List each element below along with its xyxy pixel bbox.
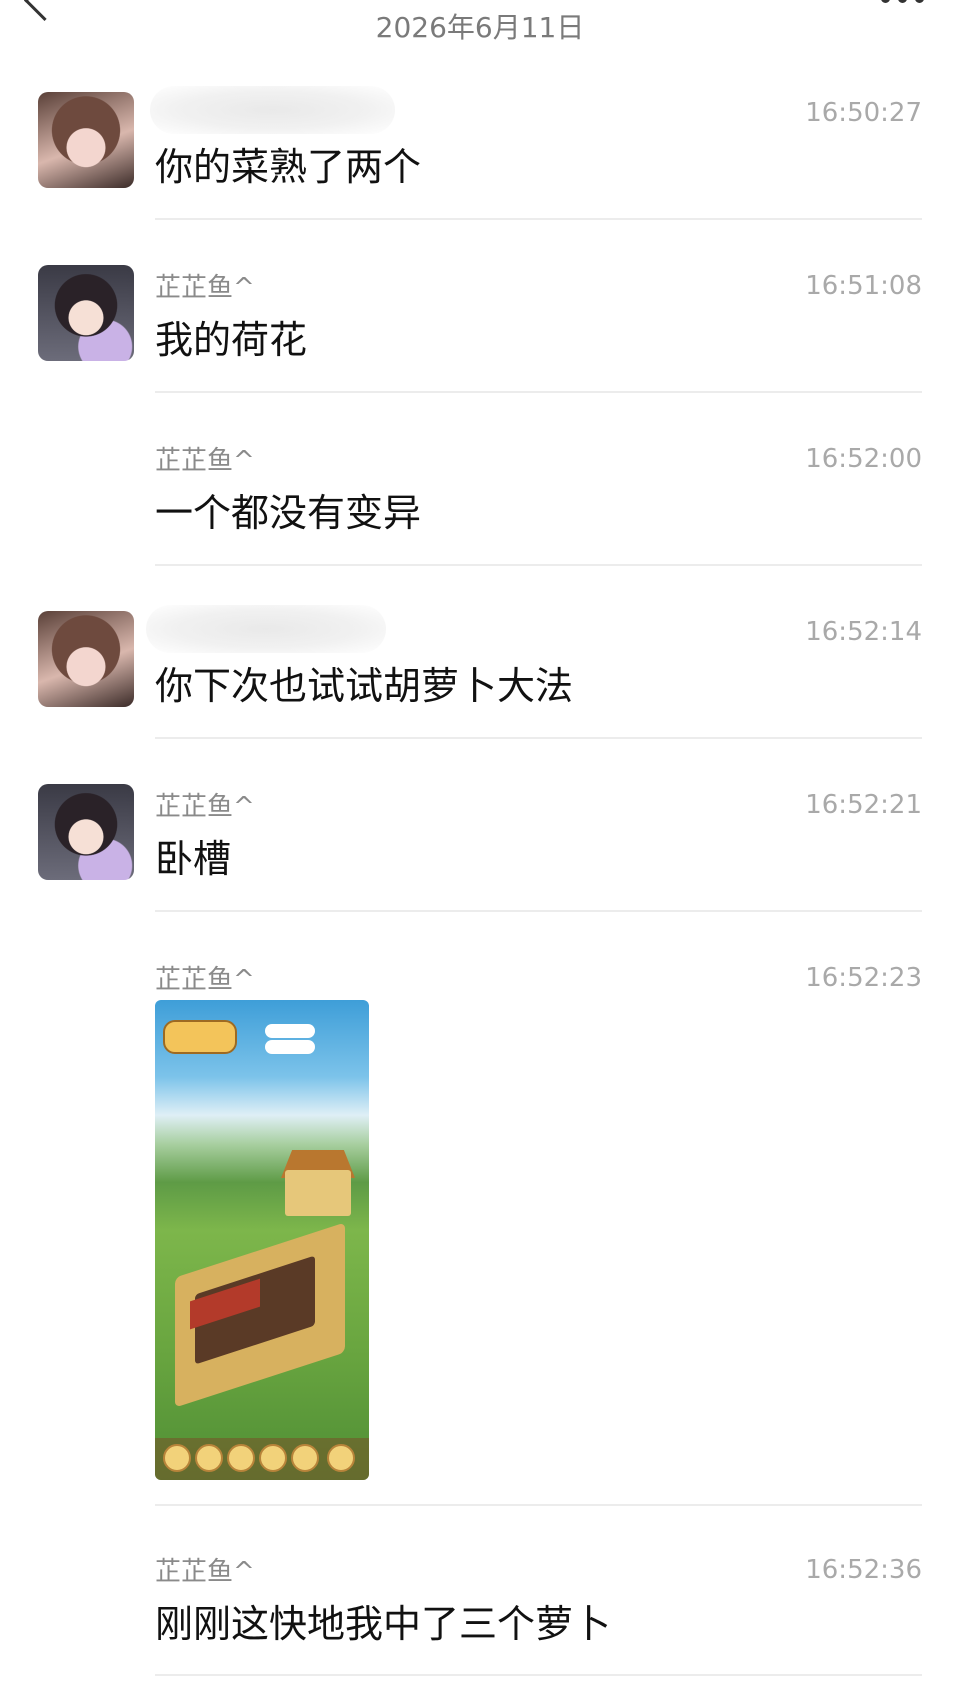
game-house — [285, 1170, 351, 1216]
more-icon[interactable] — [881, 0, 924, 3]
game-gem-counter — [265, 1040, 315, 1054]
message-time: 16:52:21 — [805, 790, 922, 820]
message-text: 你下次也试试胡萝卜大法 — [155, 664, 574, 708]
avatar[interactable] — [38, 611, 134, 707]
divider — [155, 1674, 922, 1676]
message-text: 我的荷花 — [155, 318, 308, 362]
sender-name: 芷芷鱼^ — [155, 1557, 255, 1587]
avatar[interactable] — [38, 92, 134, 188]
avatar[interactable] — [38, 265, 134, 361]
game-profile-badge — [163, 1020, 237, 1054]
message-text: 卧槽 — [155, 837, 232, 881]
game-menu-icon — [163, 1444, 191, 1472]
sender-name: 芷芷鱼^ — [155, 273, 255, 303]
message-time: 16:50:27 — [805, 98, 922, 128]
message-text: 刚刚这快地我中了三个萝卜 — [155, 1602, 612, 1646]
game-menu-icon — [259, 1444, 287, 1472]
game-menu-icon — [291, 1444, 319, 1472]
message-time: 16:51:08 — [805, 271, 922, 301]
message-time: 16:52:23 — [805, 963, 922, 993]
farm-game-screenshot-image[interactable] — [155, 1000, 369, 1480]
top-bar: 2026年6月11日 — [0, 0, 960, 56]
sender-name: 芷芷鱼^ — [155, 446, 255, 476]
sender-name: 芷芷鱼^ — [155, 792, 255, 822]
divider — [155, 391, 922, 393]
game-menu-icon — [195, 1444, 223, 1472]
game-menu-icon — [327, 1444, 355, 1472]
divider — [155, 737, 922, 739]
message-time: 16:52:00 — [805, 444, 922, 474]
chat-history-page: 2026年6月11日 16:50:27 你的菜熟了两个 芷芷鱼^ 16:51:0… — [0, 0, 960, 1704]
avatar[interactable] — [38, 784, 134, 880]
game-coin-counter — [265, 1024, 315, 1038]
sender-name: 芷芷鱼^ — [155, 965, 255, 995]
blurred-sender-name — [150, 86, 395, 134]
message-text: 一个都没有变异 — [155, 491, 422, 535]
divider — [155, 1504, 922, 1506]
message-text: 你的菜熟了两个 — [155, 145, 422, 189]
blurred-sender-name — [146, 605, 386, 653]
game-menu-icon — [227, 1444, 255, 1472]
divider — [155, 564, 922, 566]
message-time: 16:52:36 — [805, 1555, 922, 1585]
date-header: 2026年6月11日 — [375, 11, 585, 44]
divider — [155, 910, 922, 912]
divider — [155, 218, 922, 220]
message-time: 16:52:14 — [805, 617, 922, 647]
